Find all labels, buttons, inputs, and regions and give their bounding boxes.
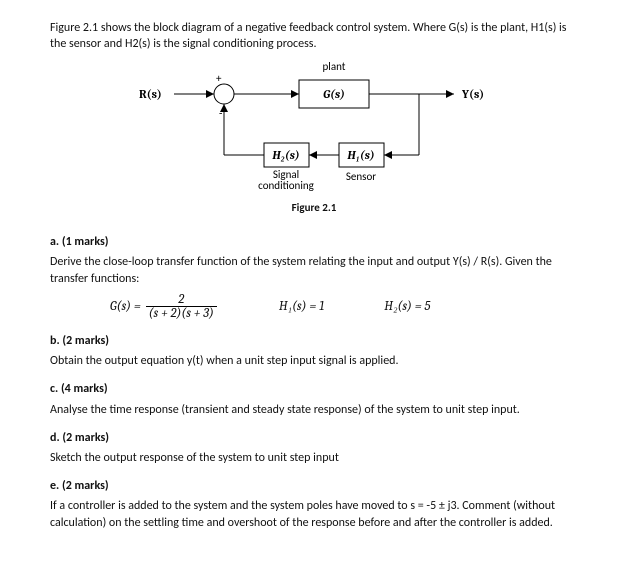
section-a-text: Derive the close-loop transfer function …	[50, 254, 578, 286]
summing-junction	[214, 84, 234, 104]
section-b-text: Obtain the output equation y(t) when a u…	[50, 353, 578, 369]
section-d-head: d. (2 marks)	[50, 430, 578, 446]
signal-cond-label-2: conditioning	[258, 179, 314, 192]
eq-H1: H₁(s) = 1	[279, 298, 324, 316]
sum-plus: +	[216, 72, 222, 85]
h1-block-label: H₁(s)	[346, 148, 374, 162]
equations-row: G(s) = 2 (s + 2)(s + 3) H₁(s) = 1 H₂(s) …	[110, 293, 578, 321]
section-d-text: Sketch the output response of the system…	[50, 450, 578, 466]
h2-block-label: H₂(s)	[271, 148, 299, 162]
eq-G-lhs: G(s) =	[110, 299, 141, 314]
input-label: R(s)	[139, 87, 162, 101]
sensor-label: Sensor	[346, 170, 376, 183]
diagram-svg: plant R(s) + - G(s) Y(s)	[134, 60, 494, 195]
eq-G: G(s) = 2 (s + 2)(s + 3)	[110, 293, 219, 321]
section-c-text: Analyse the time response (transient and…	[50, 402, 578, 418]
section-c-head: c. (4 marks)	[50, 381, 578, 397]
plant-block-label: G(s)	[323, 87, 345, 101]
block-diagram: plant R(s) + - G(s) Y(s)	[50, 60, 578, 216]
page-root: Figure 2.1 shows the block diagram of a …	[0, 0, 618, 580]
eq-G-num: 2	[175, 293, 187, 307]
plant-label: plant	[323, 60, 346, 73]
eq-G-frac: 2 (s + 2)(s + 3)	[146, 293, 217, 321]
figure-caption: Figure 2.1	[292, 201, 337, 216]
eq-H2: H₂(s) = 5	[384, 298, 430, 316]
eq-G-den: (s + 2)(s + 3)	[146, 306, 217, 321]
section-e-head: e. (2 marks)	[50, 478, 578, 494]
intro-text: Figure 2.1 shows the block diagram of a …	[50, 20, 578, 52]
section-a-head: a. (1 marks)	[50, 234, 578, 250]
section-e-text: If a controller is added to the system a…	[50, 498, 578, 530]
output-label: Y(s)	[461, 87, 484, 101]
section-b-head: b. (2 marks)	[50, 333, 578, 349]
